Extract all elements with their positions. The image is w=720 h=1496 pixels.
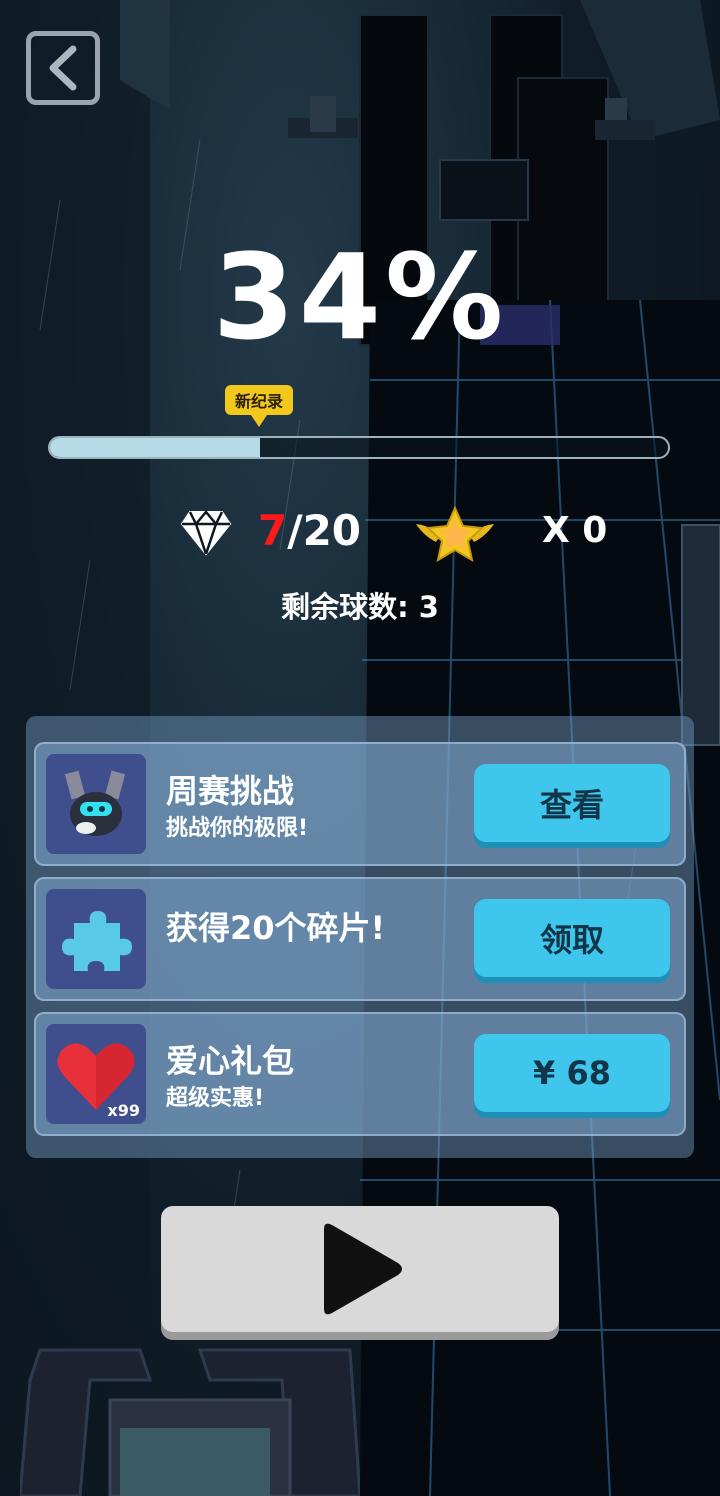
robot-icon [64,770,126,836]
progress-percent: 34% [212,228,508,366]
purchase-button[interactable]: ¥ 68 [474,1034,670,1112]
offer-weekly-challenge: 周赛挑战 挑战你的极限! 查看 [34,742,686,866]
offer-subtitle: 挑战你的极限! [166,816,309,841]
offer-thumbnail [46,754,146,854]
play-icon [324,1223,402,1315]
level-progress-fill [50,438,261,457]
gem-counter: 7/20 [258,506,361,555]
offer-title: 爱心礼包 [166,1042,295,1080]
offer-title: 周赛挑战 [166,772,295,810]
quantity-badge: x99 [107,1101,140,1120]
stats-row: 7/20 X 0 [0,500,720,564]
offer-heart-pack: x99 爱心礼包 超级实惠! ¥ 68 [34,1012,686,1136]
gem-total: /20 [287,506,362,555]
balls-remaining: 剩余球数: 3 [281,590,439,624]
offer-fragments: 获得20个碎片! 领取 [34,877,686,1001]
level-progress-bar [48,436,670,459]
play-button[interactable] [161,1206,559,1332]
offer-thumbnail [46,889,146,989]
gem-current: 7 [258,506,288,555]
claim-button[interactable]: 领取 [474,899,670,977]
foreground-block [20,1348,360,1496]
puzzle-icon [62,911,132,971]
offers-panel: 周赛挑战 挑战你的极限! 查看 获得20个碎片! 领取 x99 爱心礼包 超级实… [26,716,694,1158]
diamond-icon [180,510,232,556]
offer-subtitle: 超级实惠! [166,1086,265,1111]
offer-thumbnail: x99 [46,1024,146,1124]
offer-title: 获得20个碎片! [166,909,386,947]
back-button[interactable] [26,31,100,105]
new-record-badge: 新纪录 [225,385,293,427]
view-button[interactable]: 查看 [474,764,670,842]
star-counter: X 0 [542,510,608,551]
winged-star-icon [416,506,494,562]
chevron-left-icon [49,45,77,91]
